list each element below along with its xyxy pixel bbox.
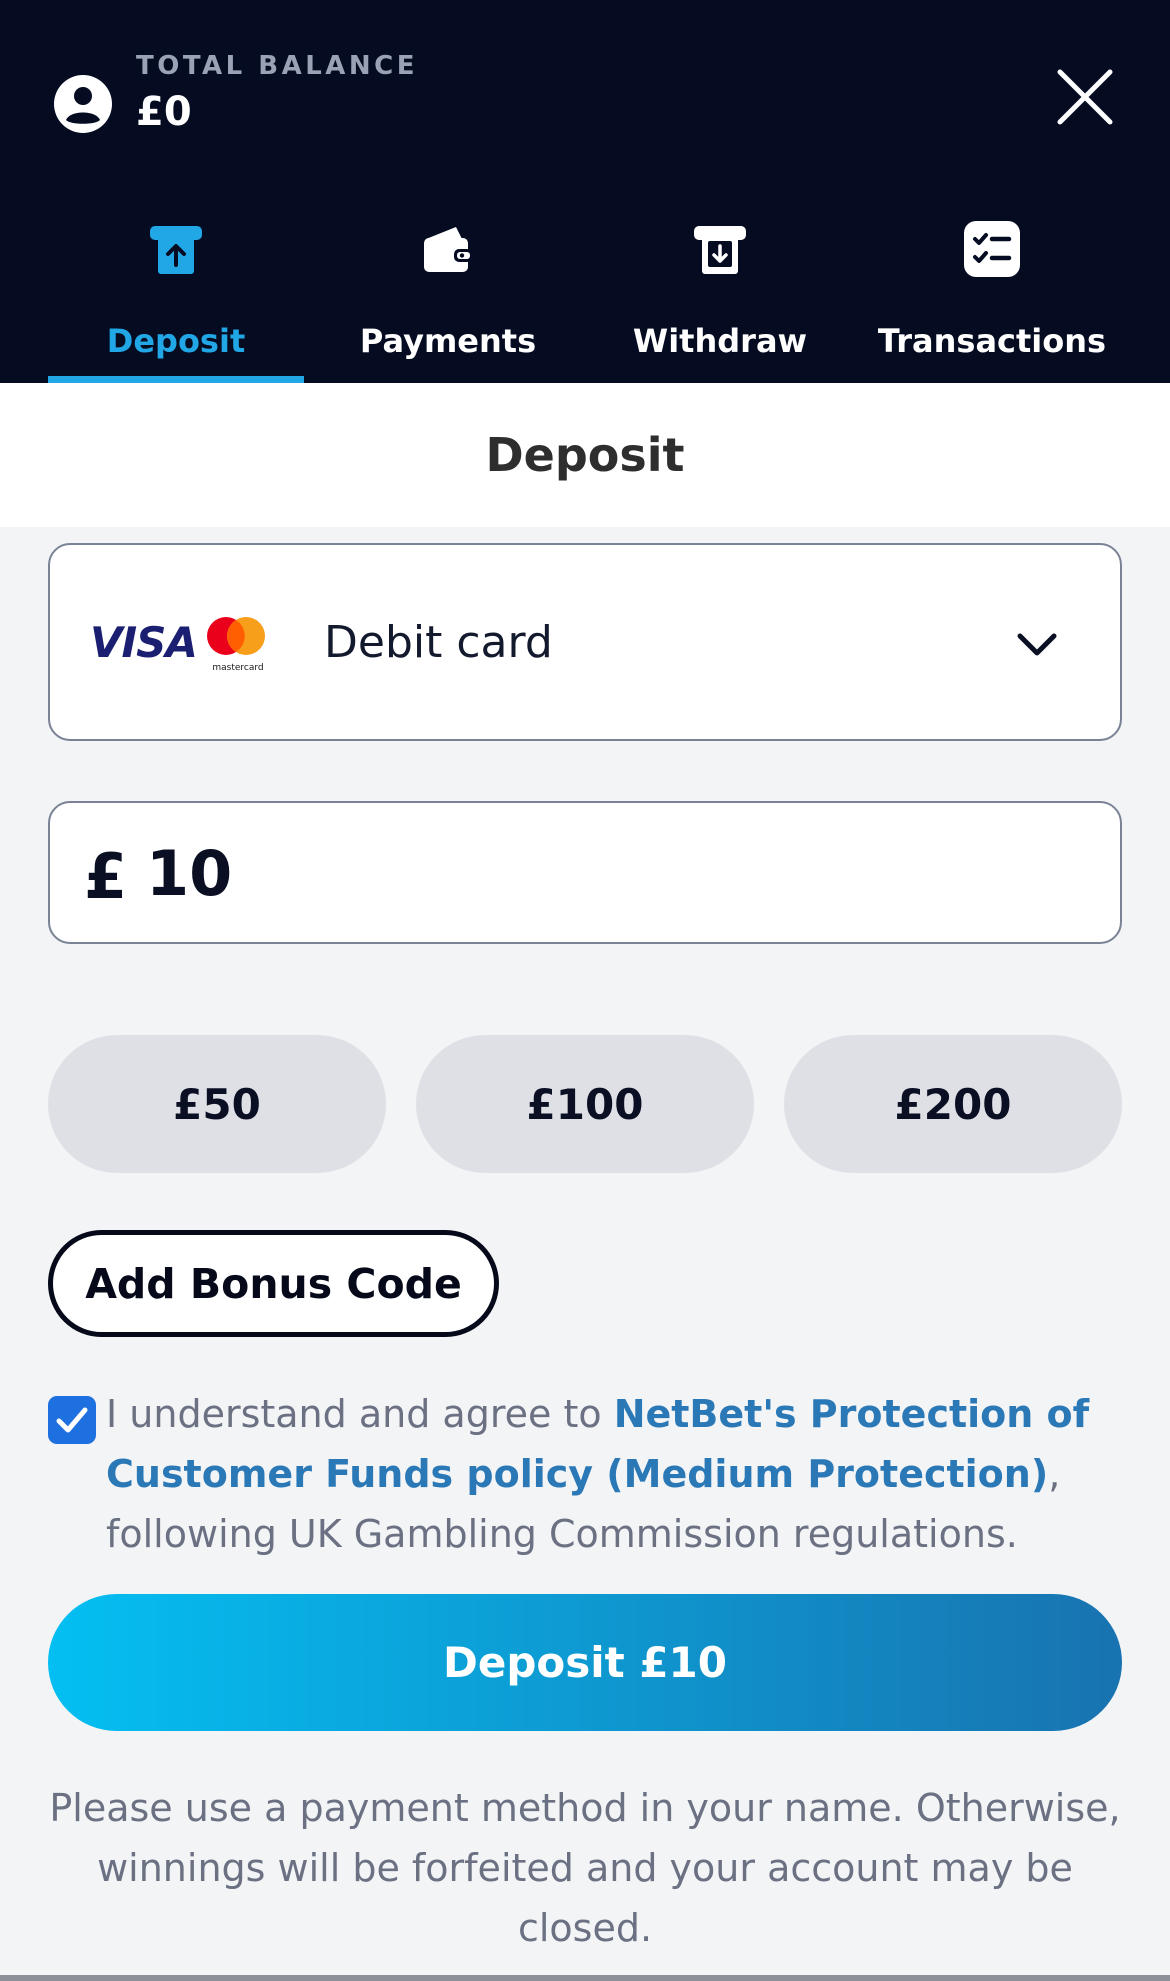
quick-amount-100-button[interactable]: £100: [416, 1035, 754, 1173]
tab-label: Withdraw: [632, 322, 808, 360]
chevron-down-icon[interactable]: [1014, 626, 1060, 662]
currency-sign: £: [84, 840, 128, 913]
user-avatar-icon[interactable]: [52, 73, 114, 135]
visa-logo: VISA: [90, 618, 198, 667]
tab-withdraw[interactable]: Withdraw: [584, 200, 856, 383]
agreement-text: I understand and agree to NetBet's Prote…: [106, 1384, 1116, 1564]
balance-value: £0: [136, 89, 192, 135]
checkmark-icon: [56, 1407, 88, 1433]
payment-notice: Please use a payment method in your name…: [49, 1786, 1121, 1950]
mastercard-wordmark: mastercard: [212, 663, 263, 673]
mastercard-logo: mastercard: [207, 617, 265, 673]
deposit-submit-button[interactable]: Deposit £10: [48, 1594, 1122, 1731]
tab-label: Payments: [359, 322, 537, 360]
quick-amount-50-button[interactable]: £50: [48, 1035, 386, 1173]
tab-transactions[interactable]: Transactions: [856, 200, 1128, 383]
close-icon[interactable]: [1056, 68, 1114, 126]
wallet-icon: [424, 227, 472, 272]
payment-method-label: Debit card: [324, 617, 553, 668]
agree-checkbox[interactable]: [48, 1396, 96, 1444]
active-tab-indicator: [48, 376, 304, 383]
page-title: Deposit: [485, 428, 685, 482]
atm-withdraw-icon: [694, 226, 746, 274]
balance-label: TOTAL BALANCE: [136, 51, 419, 81]
quick-amount-200-button[interactable]: £200: [784, 1035, 1122, 1173]
tab-deposit[interactable]: Deposit: [40, 200, 312, 383]
amount-input[interactable]: [146, 833, 1046, 913]
atm-deposit-icon: [150, 226, 202, 274]
tab-payments[interactable]: Payments: [312, 200, 584, 383]
add-bonus-code-button[interactable]: Add Bonus Code: [48, 1230, 499, 1337]
checklist-icon: [964, 221, 1020, 277]
tab-label: Deposit: [106, 322, 246, 360]
wallet-header: TOTAL BALANCE £0 Deposit Payments Withdr…: [0, 0, 1170, 383]
agreement-text-before: I understand and agree to: [106, 1392, 614, 1436]
tab-label: Transactions: [877, 322, 1107, 360]
bottom-divider: [0, 1975, 1170, 1981]
